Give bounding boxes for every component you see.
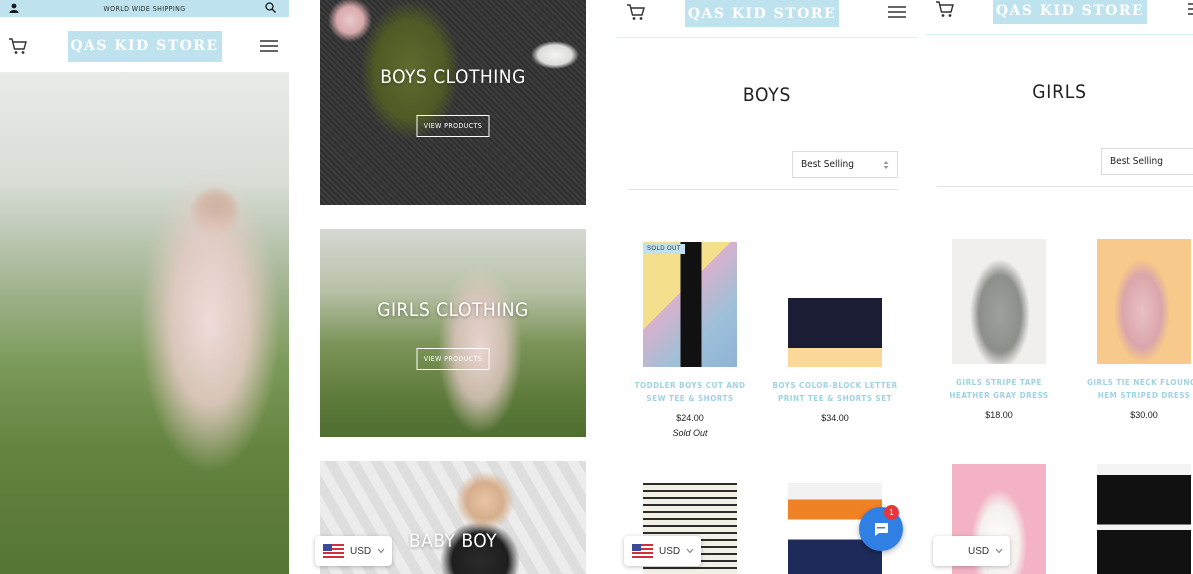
chevron-down-icon: [995, 548, 1003, 554]
product-card[interactable]: BOYS COLOR-BLOCK LETTER PRINT TEE & SHOR…: [770, 242, 900, 442]
collection-heading: GIRLS: [1032, 81, 1087, 103]
product-name-line: HEM STRIPED DRESS: [1097, 391, 1191, 400]
product-card[interactable]: SOLD OUT TODDLER BOYS CUT AND SEW TEE & …: [625, 242, 755, 442]
menu-icon[interactable]: [887, 5, 907, 19]
announcement-text: WORLD WIDE SHIPPING: [103, 4, 186, 13]
divider: [937, 186, 1193, 187]
sold-out-badge: SOLD OUT: [643, 244, 685, 254]
us-flag-icon: [323, 544, 344, 558]
cart-icon[interactable]: [626, 3, 646, 21]
sort-value: Best Selling: [801, 159, 854, 170]
currency-label: USD: [350, 545, 372, 557]
product-price: $34.00: [821, 413, 849, 423]
home-screen: WORLD WIDE SHIPPING QAS KID STORE: [0, 0, 289, 574]
product-name-line: SEW TEE & SHORTS: [646, 394, 734, 403]
chat-icon: [875, 523, 888, 536]
site-header: QAS KID STORE: [926, 0, 1193, 35]
collection-heading: BOYS: [742, 84, 792, 106]
sort-select[interactable]: Best Selling: [792, 151, 898, 178]
menu-icon[interactable]: [1187, 2, 1193, 16]
currency-selector[interactable]: USD: [315, 536, 392, 566]
product-name[interactable]: BOYS COLOR-BLOCK LETTER PRINT TEE & SHOR…: [770, 379, 900, 405]
sort-select[interactable]: Best Selling: [1101, 148, 1193, 175]
us-flag-icon: [632, 544, 653, 558]
product-name[interactable]: GIRLS STRIPE TAPE HEATHER GRAY DRESS: [934, 376, 1064, 402]
divider: [628, 189, 898, 190]
product-image[interactable]: [1097, 239, 1191, 364]
view-products-button[interactable]: VIEW PRODUCTS: [416, 348, 490, 370]
sort-value: Best Selling: [1110, 156, 1163, 167]
product-name-line: GIRLS TIE NECK FLOUNCE: [1086, 378, 1193, 387]
product-name[interactable]: TODDLER BOYS CUT AND SEW TEE & SHORTS: [625, 379, 755, 405]
chevron-down-icon: [686, 548, 694, 554]
chevron-down-icon: [377, 548, 385, 554]
product-image[interactable]: [1097, 464, 1191, 574]
currency-label: USD: [659, 545, 681, 557]
product-name-line: HEATHER GRAY DRESS: [949, 391, 1049, 400]
sold-out-text: Sold Out: [672, 428, 708, 438]
site-header: QAS KID STORE: [0, 27, 289, 65]
product-name[interactable]: GIRLS TIE NECK FLOUNCE HEM STRIPED DRESS: [1079, 376, 1193, 402]
announcement-bar: WORLD WIDE SHIPPING: [0, 0, 289, 17]
product-image[interactable]: [788, 242, 882, 367]
product-name-line: PRINT TEE & SHORTS SET: [777, 394, 893, 403]
cart-icon[interactable]: [935, 0, 955, 18]
site-header: QAS KID STORE: [617, 0, 917, 38]
product-name-line: BOYS COLOR-BLOCK LETTER: [772, 381, 898, 390]
girls-collection-screen: QAS KID STORE GIRLS Best Selling GIRLS S…: [926, 0, 1193, 574]
product-card[interactable]: GIRLS TIE NECK FLOUNCE HEM STRIPED DRESS…: [1079, 239, 1193, 439]
product-card[interactable]: [1079, 464, 1193, 574]
product-name-line: TODDLER BOYS CUT AND: [634, 381, 746, 390]
product-price: $18.00: [985, 410, 1013, 420]
currency-label: USD: [968, 545, 990, 557]
collection-title: BOYS CLOTHING: [380, 66, 526, 88]
chat-badge: 1: [884, 505, 899, 520]
collections-screen: BOYS CLOTHING VIEW PRODUCTS GIRLS CLOTHI…: [289, 0, 609, 574]
collection-tile-girls[interactable]: GIRLS CLOTHING VIEW PRODUCTS: [320, 229, 586, 437]
boys-collection-screen: QAS KID STORE BOYS Best Selling SOLD OUT…: [617, 0, 917, 574]
product-card[interactable]: GIRLS STRIPE TAPE HEATHER GRAY DRESS $18…: [934, 239, 1064, 439]
cart-icon[interactable]: [8, 37, 28, 55]
product-price: $24.00: [676, 413, 704, 423]
product-image[interactable]: SOLD OUT: [643, 242, 737, 367]
store-logo[interactable]: QAS KID STORE: [685, 0, 839, 27]
view-products-button[interactable]: VIEW PRODUCTS: [416, 115, 490, 137]
product-price: $30.00: [1130, 410, 1158, 420]
product-image[interactable]: [952, 239, 1046, 364]
currency-selector[interactable]: USD: [624, 536, 701, 566]
menu-icon[interactable]: [259, 39, 279, 53]
product-name-line: GIRLS STRIPE TAPE: [956, 378, 1042, 387]
hero-image: [0, 72, 289, 574]
collection-title: GIRLS CLOTHING: [377, 299, 529, 321]
user-icon[interactable]: [9, 3, 19, 13]
store-logo[interactable]: QAS KID STORE: [67, 30, 222, 62]
currency-selector[interactable]: USD: [933, 536, 1010, 566]
store-logo[interactable]: QAS KID STORE: [993, 0, 1147, 24]
search-icon[interactable]: [265, 2, 276, 13]
select-arrows-icon: [883, 161, 889, 169]
collection-tile-boys[interactable]: BOYS CLOTHING VIEW PRODUCTS: [320, 0, 586, 205]
